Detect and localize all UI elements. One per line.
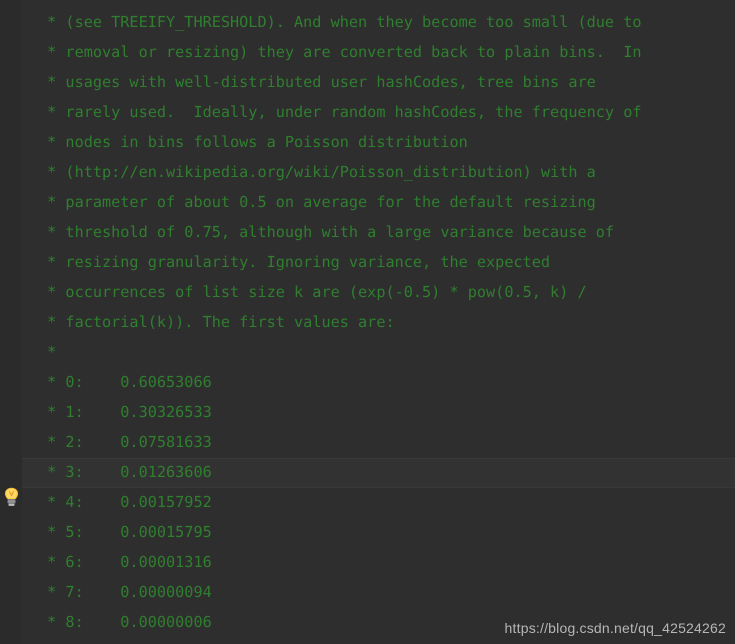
editor-gutter[interactable]: [0, 0, 22, 644]
code-line[interactable]: *: [38, 337, 56, 367]
code-line[interactable]: * threshold of 0.75, although with a lar…: [38, 217, 614, 247]
code-line[interactable]: * 6: 0.00001316: [38, 547, 212, 577]
code-line[interactable]: * 4: 0.00157952: [38, 487, 212, 517]
lightbulb-icon[interactable]: [3, 487, 20, 507]
code-line[interactable]: * parameter of about 0.5 on average for …: [38, 187, 596, 217]
watermark-url: https://blog.csdn.net/qq_42524262: [504, 620, 726, 636]
code-line[interactable]: * usages with well-distributed user hash…: [38, 67, 596, 97]
code-line[interactable]: * nodes in bins follows a Poisson distri…: [38, 127, 468, 157]
code-line[interactable]: * rarely used. Ideally, under random has…: [38, 97, 641, 127]
code-line[interactable]: * factorial(k)). The first values are:: [38, 307, 394, 337]
code-line[interactable]: * 3: 0.01263606: [38, 457, 212, 487]
code-line[interactable]: * (see TREEIFY_THRESHOLD). And when they…: [38, 7, 641, 37]
code-line[interactable]: * 7: 0.00000094: [38, 577, 212, 607]
editor-window: * (see TREEIFY_THRESHOLD). And when they…: [0, 0, 735, 644]
code-line[interactable]: * 0: 0.60653066: [38, 367, 212, 397]
code-line[interactable]: * 8: 0.00000006: [38, 607, 212, 637]
code-line[interactable]: * (http://en.wikipedia.org/wiki/Poisson_…: [38, 157, 596, 187]
code-line[interactable]: * 5: 0.00015795: [38, 517, 212, 547]
code-line[interactable]: * occurrences of list size k are (exp(-0…: [38, 277, 586, 307]
editor-text-area[interactable]: * (see TREEIFY_THRESHOLD). And when they…: [0, 0, 735, 644]
code-line[interactable]: * 1: 0.30326533: [38, 397, 212, 427]
code-line[interactable]: * 2: 0.07581633: [38, 427, 212, 457]
code-line[interactable]: * removal or resizing) they are converte…: [38, 37, 641, 67]
code-line[interactable]: * resizing granularity. Ignoring varianc…: [38, 247, 550, 277]
